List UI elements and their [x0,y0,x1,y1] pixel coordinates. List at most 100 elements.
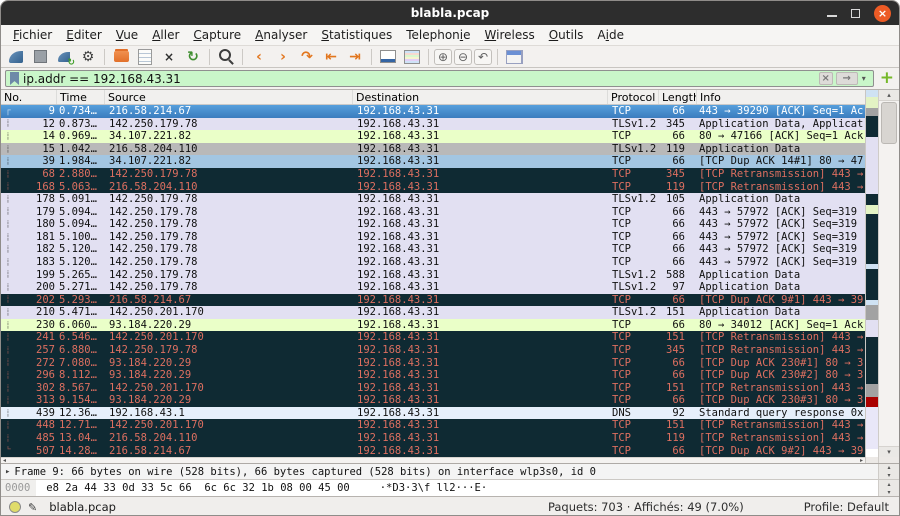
column-header-protocol[interactable]: Protocol [608,90,659,104]
previous-packet-icon[interactable]: ‹ [248,47,270,67]
capture-comment-icon[interactable]: ✎ [28,501,37,514]
find-packet-icon[interactable] [215,47,237,67]
packet-row[interactable]: ┆ 39 1.984… 34.107.221.82 192.168.43.31 … [1,155,865,168]
packet-row[interactable]: ┆ 202 5.293… 216.58.214.67 192.168.43.31… [1,294,865,307]
filter-bookmark-icon[interactable] [10,72,19,85]
column-header-destination[interactable]: Destination [353,90,608,104]
goto-packet-icon[interactable]: ↷ [296,47,318,67]
packet-row[interactable]: └ 507 14.28… 216.58.214.67 192.168.43.31… [1,445,865,458]
menu-item-capture[interactable]: Capture [186,26,248,44]
reload-file-icon[interactable]: ↻ [182,47,204,67]
filter-add-button[interactable]: + [880,70,894,87]
frame-summary-row[interactable]: ▸ Frame 9: 66 bytes on wire (528 bits), … [1,464,878,479]
menu-item-fichier[interactable]: Fichier [6,26,59,44]
packet-row[interactable]: ┌ 9 0.734… 216.58.214.67 192.168.43.31 T… [1,105,865,118]
packet-row[interactable]: ┆ 210 5.471… 142.250.201.170 192.168.43.… [1,306,865,319]
packet-source: 93.184.220.29 [105,370,353,381]
vertical-scrollbar[interactable]: ▴ ▾ [878,90,899,463]
zoom-reset-icon[interactable]: ↶ [474,49,492,65]
menu-item-statistiques[interactable]: Statistiques [314,26,399,44]
packet-row[interactable]: ┆ 439 12.36… 192.168.43.1 192.168.43.31 … [1,407,865,420]
packet-row[interactable]: ┆ 257 6.880… 142.250.179.78 192.168.43.3… [1,344,865,357]
vscroll-thumb[interactable] [881,102,897,144]
hex-scroll-up-icon[interactable]: ▴ [879,480,899,488]
hex-scrollbar[interactable]: ▴ ▾ [878,480,899,496]
minimize-button[interactable] [827,15,837,17]
details-scroll-up-icon[interactable]: ▴ [879,464,899,472]
next-packet-icon[interactable]: › [272,47,294,67]
details-scrollbar[interactable]: ▴ ▾ [878,464,899,480]
packet-row[interactable]: ┆ 178 5.091… 142.250.179.78 192.168.43.3… [1,193,865,206]
close-file-icon[interactable]: × [158,47,180,67]
packet-row[interactable]: ┆ 272 7.080… 93.184.220.29 192.168.43.31… [1,357,865,370]
menu-item-telephonie[interactable]: Telephonie [399,26,477,44]
packet-length: 119 [659,182,697,193]
column-header-no[interactable]: No. [1,90,57,104]
packet-row[interactable]: ┆ 302 8.567… 142.250.201.170 192.168.43.… [1,382,865,395]
packet-row[interactable]: ┆ 200 5.271… 142.250.179.78 192.168.43.3… [1,281,865,294]
packet-row[interactable]: ┆ 181 5.100… 142.250.179.78 192.168.43.3… [1,231,865,244]
packet-source: 142.250.179.78 [105,194,353,205]
packet-row[interactable]: ┆ 183 5.120… 142.250.179.78 192.168.43.3… [1,256,865,269]
filter-dropdown-icon[interactable]: ▾ [862,74,866,83]
statusbar-profile[interactable]: Profile: Default [804,500,889,514]
resize-columns-icon[interactable] [503,47,525,67]
packet-details-pane: ▸ Frame 9: 66 bytes on wire (528 bits), … [1,463,899,479]
save-file-icon[interactable] [134,47,156,67]
packet-row[interactable]: ┆ 296 8.112… 93.184.220.29 192.168.43.31… [1,369,865,382]
column-header-time[interactable]: Time [57,90,105,104]
hex-bytes[interactable]: e8 2a 44 33 0d 33 5c 66 6c 6c 32 1b 08 0… [46,482,349,494]
packet-source: 142.250.201.170 [105,420,353,431]
autoscroll-icon[interactable] [377,47,399,67]
menu-item-analyser[interactable]: Analyser [248,26,314,44]
menu-item-aller[interactable]: Aller [145,26,186,44]
restart-capture-icon[interactable] [53,47,75,67]
zoom-in-icon[interactable]: ⊕ [434,49,452,65]
colorize-icon[interactable] [401,47,423,67]
hex-ascii[interactable]: ·*D3·3\f ll2···E· [380,482,487,494]
packet-row[interactable]: ┆ 313 9.154… 93.184.220.29 192.168.43.31… [1,394,865,407]
menu-item-editer[interactable]: Editer [59,26,109,44]
intelligent-scrollbar-minimap[interactable] [865,90,878,463]
close-button[interactable]: × [874,5,891,22]
menu-item-outils[interactable]: Outils [542,26,591,44]
packet-row[interactable]: ┆ 179 5.094… 142.250.179.78 192.168.43.3… [1,206,865,219]
packet-row[interactable]: ┆ 485 13.04… 216.58.204.110 192.168.43.3… [1,432,865,445]
packet-row[interactable]: ┆ 230 6.060… 93.184.220.29 192.168.43.31… [1,319,865,332]
start-capture-icon[interactable] [5,47,27,67]
expander-icon[interactable]: ▸ [5,467,10,477]
open-file-icon[interactable] [110,47,132,67]
packet-row[interactable]: ┆ 180 5.094… 142.250.179.78 192.168.43.3… [1,218,865,231]
expert-info-icon[interactable] [9,501,21,513]
zoom-out-icon[interactable]: ⊖ [454,49,472,65]
menu-item-aide[interactable]: Aide [590,26,631,44]
capture-options-icon[interactable]: ⚙ [77,47,99,67]
packet-row[interactable]: ┆ 182 5.120… 142.250.179.78 192.168.43.3… [1,243,865,256]
filter-clear-icon[interactable]: × [819,72,833,85]
packet-row[interactable]: ┆ 448 12.71… 142.250.201.170 192.168.43.… [1,419,865,432]
hex-scroll-down-icon[interactable]: ▾ [879,488,899,496]
display-filter-input[interactable] [23,72,816,86]
menu-item-vue[interactable]: Vue [109,26,145,44]
filter-apply-icon[interactable]: → [836,72,858,85]
menu-item-wireless[interactable]: Wireless [478,26,542,44]
packet-row[interactable]: ┆ 241 6.546… 142.250.201.170 192.168.43.… [1,331,865,344]
first-packet-icon[interactable]: ⇤ [320,47,342,67]
packet-row[interactable]: ┆ 199 5.265… 142.250.179.78 192.168.43.3… [1,269,865,282]
display-filter-field[interactable]: × → ▾ [5,70,874,87]
packet-row[interactable]: ┆ 68 2.880… 142.250.179.78 192.168.43.31… [1,168,865,181]
vscroll-track[interactable] [879,101,899,446]
maximize-button[interactable] [851,9,860,18]
column-header-source[interactable]: Source [105,90,353,104]
last-packet-icon[interactable]: ⇥ [344,47,366,67]
column-header-length[interactable]: Length [659,90,697,104]
stop-capture-icon[interactable] [29,47,51,67]
packet-row[interactable]: ┆ 14 0.969… 34.107.221.82 192.168.43.31 … [1,130,865,143]
hex-row[interactable]: 0000 e8 2a 44 33 0d 33 5c 66 6c 6c 32 1b… [1,480,878,496]
column-header-info[interactable]: Info [697,90,865,104]
packet-row[interactable]: ┆ 15 1.042… 216.58.204.110 192.168.43.31… [1,143,865,156]
packet-row[interactable]: ┆ 168 5.063… 216.58.204.110 192.168.43.3… [1,180,865,193]
vscroll-up-arrow-icon[interactable]: ▴ [879,90,899,101]
packet-row[interactable]: ┆ 12 0.873… 142.250.179.78 192.168.43.31… [1,118,865,131]
vscroll-down-arrow-icon[interactable]: ▾ [879,446,899,457]
